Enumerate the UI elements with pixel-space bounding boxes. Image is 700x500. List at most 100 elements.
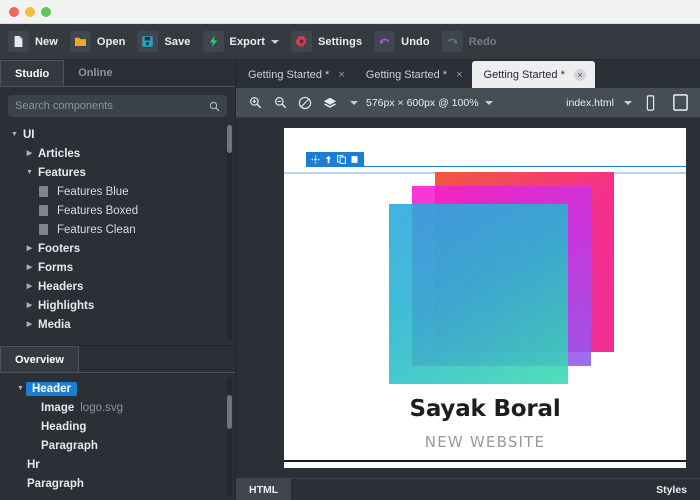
file-name-label: index.html <box>566 97 614 109</box>
chevron-down-icon[interactable] <box>24 169 35 176</box>
tree-item-label: UI <box>23 129 35 141</box>
tab-studio[interactable]: Studio <box>0 60 64 86</box>
design-canvas[interactable]: Sayak Boral NEW WEBSITE <box>236 118 700 478</box>
tab-studio-label: Studio <box>15 68 49 80</box>
tab-overview[interactable]: Overview <box>0 346 79 372</box>
canvas-dimensions-label: 576px × 600px @ 100% <box>366 97 479 109</box>
search-input[interactable] <box>15 100 209 112</box>
overview-scroll-thumb[interactable] <box>227 395 232 429</box>
chevron-right-icon[interactable] <box>24 264 35 271</box>
overview-item-hr[interactable]: Hr <box>0 455 235 474</box>
select-parent-arrow-icon[interactable] <box>322 153 335 165</box>
settings-button[interactable]: Settings <box>291 28 370 56</box>
editor-tab-3[interactable]: Getting Started * × <box>472 61 595 88</box>
tree-item-label: Features <box>38 167 86 179</box>
overview-tree[interactable]: HeaderImagelogo.svgHeadingParagraphHrPar… <box>0 373 235 500</box>
chevron-right-icon[interactable] <box>24 150 35 157</box>
window-maximize-button[interactable] <box>41 7 51 17</box>
window-close-button[interactable] <box>9 7 19 17</box>
canvas-page[interactable]: Sayak Boral NEW WEBSITE <box>284 128 686 468</box>
search-components-box[interactable] <box>8 95 227 117</box>
tree-item-footers[interactable]: Footers <box>0 239 235 258</box>
overview-item-label: Header <box>26 382 77 396</box>
page-heading[interactable]: Sayak Boral <box>284 396 686 422</box>
tree-item-features-blue[interactable]: Features Blue <box>0 182 235 201</box>
overview-item-paragraph[interactable]: Paragraph <box>0 474 235 493</box>
redo-button[interactable]: Redo <box>442 28 505 56</box>
component-tree-scrollbar[interactable] <box>227 125 232 341</box>
overview-item-paragraph[interactable]: Paragraph <box>0 436 235 455</box>
redo-arrow-icon <box>442 31 463 52</box>
tree-item-features-boxed[interactable]: Features Boxed <box>0 201 235 220</box>
dimensions-dropdown-caret[interactable] <box>485 101 493 105</box>
gear-icon <box>291 31 312 52</box>
file-dropdown-caret[interactable] <box>624 101 632 105</box>
component-page-icon <box>39 224 48 235</box>
tree-item-headers[interactable]: Headers <box>0 277 235 296</box>
chevron-right-icon[interactable] <box>24 302 35 309</box>
html-panel-button[interactable]: HTML <box>236 479 291 500</box>
overview-item-label: Image <box>41 402 74 414</box>
overview-item-heading[interactable]: Heading <box>0 417 235 436</box>
search-icon[interactable] <box>209 101 220 112</box>
zoom-out-icon[interactable] <box>269 92 291 114</box>
overview-scrollbar[interactable] <box>227 377 232 496</box>
search-container <box>0 87 235 123</box>
tree-item-forms[interactable]: Forms <box>0 258 235 277</box>
tree-item-features-clean[interactable]: Features Clean <box>0 220 235 239</box>
zoom-in-icon[interactable] <box>244 92 266 114</box>
chevron-down-icon[interactable] <box>9 131 20 138</box>
no-preview-icon[interactable] <box>294 92 316 114</box>
save-button[interactable]: Save <box>137 28 198 56</box>
tab-online[interactable]: Online <box>64 60 126 86</box>
tree-item-label: Features Clean <box>57 224 136 236</box>
undo-button[interactable]: Undo <box>374 28 438 56</box>
styles-panel-button[interactable]: Styles <box>643 479 700 500</box>
new-button[interactable]: New <box>8 28 66 56</box>
folder-open-icon <box>70 31 91 52</box>
editor-tab-2[interactable]: Getting Started *× <box>354 61 472 88</box>
status-bar: HTML Styles <box>236 478 700 500</box>
tree-item-features[interactable]: Features <box>0 163 235 182</box>
selection-outline <box>306 166 686 468</box>
chevron-right-icon[interactable] <box>24 321 35 328</box>
tree-item-label: Features Blue <box>57 186 129 198</box>
floppy-disk-icon <box>137 31 158 52</box>
tree-item-media[interactable]: Media <box>0 315 235 334</box>
new-document-icon <box>8 31 29 52</box>
layers-icon[interactable] <box>319 92 341 114</box>
chevron-right-icon[interactable] <box>24 245 35 252</box>
delete-icon[interactable] <box>348 153 361 165</box>
component-page-icon <box>39 186 48 197</box>
close-icon[interactable]: × <box>338 69 344 81</box>
left-panel: Studio Online UIArtic <box>0 60 236 500</box>
tree-item-ui[interactable]: UI <box>0 125 235 144</box>
page-subheading[interactable]: NEW WEBSITE <box>284 433 686 451</box>
settings-button-label: Settings <box>318 36 362 48</box>
close-icon[interactable]: × <box>456 69 462 81</box>
duplicate-icon[interactable] <box>335 153 348 165</box>
export-dropdown-caret[interactable] <box>271 40 279 44</box>
component-tree-scroll-thumb[interactable] <box>227 125 232 153</box>
close-icon[interactable]: × <box>574 69 586 81</box>
move-handle-icon[interactable] <box>309 153 322 165</box>
tree-item-highlights[interactable]: Highlights <box>0 296 235 315</box>
tree-item-label: Media <box>38 319 71 331</box>
editor-tab-label: Getting Started * <box>484 69 565 81</box>
component-tree[interactable]: UI Articles Features Features Blue Features … <box>0 123 235 345</box>
editor-panel: Getting Started *×Getting Started *×Gett… <box>236 60 700 500</box>
mobile-device-icon[interactable] <box>638 91 662 115</box>
overview-item-image[interactable]: Imagelogo.svg <box>0 398 235 417</box>
editor-tab-1[interactable]: Getting Started *× <box>236 61 354 88</box>
window-minimize-button[interactable] <box>25 7 35 17</box>
open-button[interactable]: Open <box>70 28 134 56</box>
export-button[interactable]: Export <box>203 28 287 56</box>
app-window: NewOpenSaveExport Settings UndoRedo Studio… <box>0 0 700 500</box>
overview-item-label: Paragraph <box>41 440 98 452</box>
layers-dropdown-caret[interactable] <box>350 101 358 105</box>
tablet-device-icon[interactable] <box>668 91 692 115</box>
tree-item-articles[interactable]: Articles <box>0 144 235 163</box>
chevron-right-icon[interactable] <box>24 283 35 290</box>
chevron-down-icon[interactable] <box>15 385 26 392</box>
overview-item-header[interactable]: Header <box>0 379 235 398</box>
